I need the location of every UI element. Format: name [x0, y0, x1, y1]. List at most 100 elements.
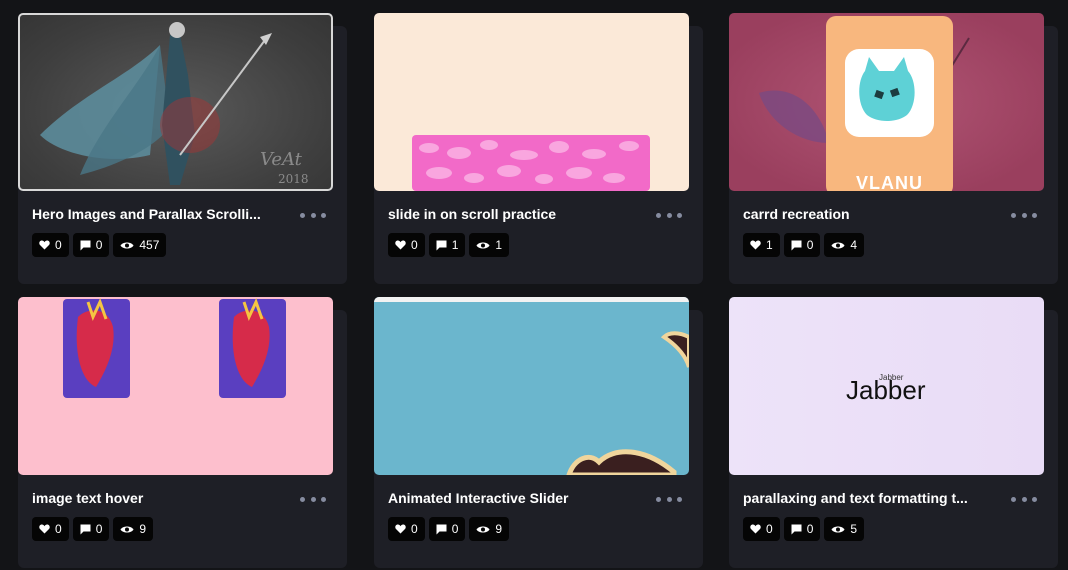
pen-thumbnail[interactable] — [18, 297, 333, 475]
pen-card: image text hover 0 0 9 — [18, 297, 347, 568]
more-dot — [1021, 212, 1027, 218]
comment-button[interactable]: 0 — [72, 233, 110, 257]
character-images — [63, 298, 286, 398]
more-options-button[interactable] — [1011, 491, 1037, 507]
svg-text:2018: 2018 — [278, 172, 309, 186]
like-count: 1 — [766, 238, 773, 252]
jabber-heading: Jabber — [846, 375, 926, 405]
more-dot — [1032, 212, 1037, 218]
more-dot — [677, 212, 682, 218]
heart-icon — [750, 524, 761, 534]
more-options-button[interactable] — [300, 207, 326, 223]
pen-grid: VeAt 2018 Hero Images and Parallax Scrol… — [0, 0, 1068, 570]
eye-icon — [120, 242, 134, 248]
view-count: 5 — [850, 522, 858, 536]
more-dot — [1032, 496, 1037, 502]
view-count: 1 — [495, 238, 503, 252]
pink-pattern-image — [412, 135, 650, 191]
comment-button[interactable]: 0 — [783, 233, 821, 257]
comment-button[interactable]: 0 — [428, 517, 466, 541]
comment-count: 0 — [451, 522, 459, 536]
more-dot — [656, 212, 661, 218]
eye-icon — [476, 526, 490, 532]
like-button[interactable]: 0 — [388, 517, 425, 541]
pen-card: VeAt 2018 Hero Images and Parallax Scrol… — [18, 13, 347, 284]
more-options-button[interactable] — [656, 207, 682, 223]
pen-title[interactable]: Hero Images and Parallax Scrolli... — [32, 206, 280, 222]
comment-button[interactable]: 0 — [72, 517, 110, 541]
comment-count: 0 — [806, 522, 814, 536]
pen-title[interactable]: Animated Interactive Slider — [388, 490, 636, 506]
like-button[interactable]: 0 — [743, 517, 780, 541]
pen-thumbnail[interactable]: Jabber Jabber — [729, 297, 1044, 475]
more-dot — [1021, 496, 1027, 502]
comment-icon — [436, 240, 447, 250]
like-count: 0 — [55, 522, 62, 536]
like-count: 0 — [55, 238, 62, 252]
eye-icon — [831, 242, 845, 248]
pen-card: Animated Interactive Slider 0 0 9 — [374, 297, 703, 568]
more-options-button[interactable] — [1011, 207, 1037, 223]
more-dot — [310, 496, 316, 502]
pen-thumbnail[interactable]: VeAt 2018 — [18, 13, 333, 191]
pen-stats: 0 0 9 — [388, 517, 510, 541]
views-button[interactable]: 1 — [469, 233, 510, 257]
like-count: 0 — [766, 522, 773, 536]
comment-icon — [80, 524, 91, 534]
views-button[interactable]: 9 — [113, 517, 154, 541]
heart-icon — [750, 240, 761, 250]
view-count: 457 — [139, 238, 160, 252]
more-dot — [310, 212, 316, 218]
pen-stats: 1 0 4 — [743, 233, 865, 257]
slider-artwork-image — [374, 297, 689, 475]
pen-stats: 0 1 1 — [388, 233, 510, 257]
pen-thumbnail[interactable] — [374, 297, 689, 475]
more-dot — [1011, 496, 1016, 502]
pen-card: Jabber Jabber parallaxing and text forma… — [729, 297, 1058, 568]
like-button[interactable]: 0 — [388, 233, 425, 257]
pen-stats: 0 0 457 — [32, 233, 167, 257]
heart-icon — [395, 240, 406, 250]
comment-count: 0 — [806, 238, 814, 252]
eye-icon — [476, 242, 490, 248]
pen-thumbnail[interactable] — [374, 13, 689, 191]
like-count: 0 — [411, 522, 418, 536]
heart-icon — [395, 524, 406, 534]
more-options-button[interactable] — [656, 491, 682, 507]
views-button[interactable]: 9 — [469, 517, 510, 541]
pen-thumbnail[interactable]: VLANU — [729, 13, 1044, 191]
view-count: 4 — [850, 238, 858, 252]
heart-icon — [39, 524, 50, 534]
comment-icon — [80, 240, 91, 250]
view-count: 9 — [139, 522, 147, 536]
warrior-artwork-image: VeAt 2018 — [40, 22, 309, 186]
comment-icon — [436, 524, 447, 534]
comment-button[interactable]: 1 — [428, 233, 466, 257]
more-dot — [300, 212, 305, 218]
views-button[interactable]: 5 — [824, 517, 865, 541]
views-button[interactable]: 4 — [824, 233, 865, 257]
pen-title[interactable]: carrd recreation — [743, 206, 991, 222]
like-button[interactable]: 0 — [32, 517, 69, 541]
more-dot — [666, 212, 672, 218]
views-button[interactable]: 457 — [113, 233, 167, 257]
pen-title[interactable]: slide in on scroll practice — [388, 206, 636, 222]
carrd-artwork-image — [759, 16, 970, 191]
carrd-thumb-text: VLANU — [856, 173, 923, 191]
more-options-button[interactable] — [300, 491, 326, 507]
pen-card: VLANU carrd recreation 1 0 4 — [729, 13, 1058, 284]
pen-card: slide in on scroll practice 0 1 1 — [374, 13, 703, 284]
more-dot — [321, 212, 326, 218]
more-dot — [1011, 212, 1016, 218]
comment-count: 1 — [451, 238, 459, 252]
svg-text:VeAt: VeAt — [260, 149, 303, 170]
like-button[interactable]: 1 — [743, 233, 780, 257]
comment-button[interactable]: 0 — [783, 517, 821, 541]
eye-icon — [831, 526, 845, 532]
pen-title[interactable]: parallaxing and text formatting t... — [743, 490, 991, 506]
heart-icon — [39, 240, 50, 250]
more-dot — [666, 496, 672, 502]
like-button[interactable]: 0 — [32, 233, 69, 257]
pen-title[interactable]: image text hover — [32, 490, 280, 506]
like-count: 0 — [411, 238, 418, 252]
